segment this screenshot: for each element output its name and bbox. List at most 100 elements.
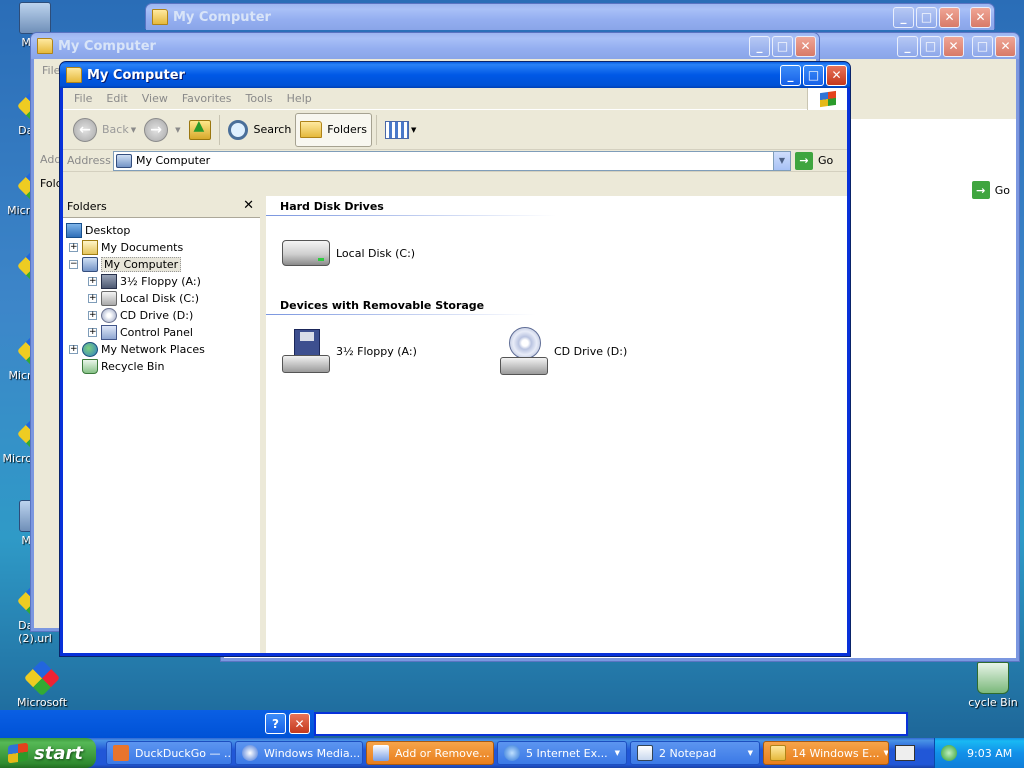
start-button[interactable]: start [0, 738, 96, 768]
local-disk-icon [101, 291, 117, 306]
network-places-icon [82, 342, 98, 357]
dropdown-arrow-icon: ▼ [883, 749, 889, 757]
task-notepad-group[interactable]: 2 Notepad ▼ [630, 741, 760, 765]
maximize-button[interactable]: □ [972, 35, 993, 57]
toolbar: ← Back ▼ → ▼ Search Folders [63, 110, 847, 150]
desktop-icon-recycle-bin[interactable]: cycle Bin [958, 662, 1024, 709]
address-bar: Address My Computer ▼ → Go [63, 150, 847, 172]
up-button[interactable] [185, 113, 215, 147]
group-divider [266, 314, 536, 315]
expand-icon[interactable]: + [88, 311, 97, 320]
close-button[interactable]: ✕ [826, 64, 847, 86]
minimize-button[interactable]: _ [780, 64, 801, 86]
folders-button[interactable]: Folders [295, 112, 373, 147]
minimize-button[interactable]: _ [749, 35, 770, 57]
tree-item-floppy[interactable]: + 3½ Floppy (A:) [66, 273, 260, 290]
clock[interactable]: 9:03 AM [967, 747, 1012, 760]
ie-icon [504, 745, 520, 761]
titlebar[interactable]: My Computer _ □ ✕ [60, 62, 850, 88]
folder-icon [66, 67, 82, 83]
maximize-button[interactable]: □ [803, 64, 824, 86]
close-button[interactable]: ✕ [289, 713, 310, 734]
task-duckduckgo[interactable]: DuckDuckGo — ... [106, 741, 232, 765]
my-computer-icon [116, 153, 132, 168]
menu-view[interactable]: View [135, 90, 175, 107]
close-button[interactable]: ✕ [995, 35, 1016, 57]
task-internet-explorer-group[interactable]: 5 Internet Ex... ▼ [497, 741, 627, 765]
expand-icon[interactable]: + [88, 328, 97, 337]
maximize-button[interactable]: □ [920, 35, 941, 57]
browser-icon [113, 745, 129, 761]
back-button[interactable]: ← Back ▼ [69, 113, 140, 147]
expand-icon[interactable]: + [88, 294, 97, 303]
drive-cd-d[interactable]: CD Drive (D:) [500, 327, 627, 375]
views-button[interactable]: ▼ [381, 113, 420, 147]
menu-file[interactable]: File [67, 90, 99, 107]
expand-icon[interactable]: + [88, 277, 97, 286]
computer-icon [19, 2, 51, 34]
folders-pane: Folders ✕ Desktop + My Documents − My Co… [63, 196, 263, 653]
dropdown-arrow-icon[interactable]: ▼ [175, 126, 180, 134]
maximize-button[interactable]: □ [916, 6, 937, 28]
tree-item-my-computer[interactable]: − My Computer [66, 256, 260, 273]
menu-favorites[interactable]: Favorites [175, 90, 239, 107]
help-dialog-strip[interactable]: ? ✕ [0, 710, 314, 738]
background-window-bottom [314, 712, 908, 736]
drive-floppy-a[interactable]: 3½ Floppy (A:) [282, 329, 417, 373]
system-tray: 9:03 AM [934, 738, 1024, 768]
address-field[interactable]: My Computer ▼ [113, 150, 791, 171]
tree-item-cd-drive[interactable]: + CD Drive (D:) [66, 307, 260, 324]
toolbar-separator [376, 114, 378, 145]
content-pane: Hard Disk Drives Local Disk (C:) Devices… [266, 196, 847, 653]
address-dropdown-button[interactable]: ▼ [773, 151, 790, 170]
drive-local-disk-c[interactable]: Local Disk (C:) [282, 240, 415, 266]
menu-tools[interactable]: Tools [239, 90, 280, 107]
network-tray-icon[interactable] [941, 745, 957, 761]
tree-item-network-places[interactable]: + My Network Places [66, 341, 260, 358]
task-windows-explorer-group[interactable]: 14 Windows E... ▼ [763, 741, 889, 765]
tree-item-control-panel[interactable]: + Control Panel [66, 324, 260, 341]
my-documents-icon [82, 240, 98, 255]
windows-logo-icon [8, 742, 28, 764]
my-computer-window[interactable]: My Computer _ □ ✕ File Edit View Favorit… [59, 61, 851, 657]
help-button[interactable]: ? [265, 713, 286, 734]
folder-icon [152, 9, 168, 25]
expand-icon[interactable]: + [69, 243, 78, 252]
close-button[interactable]: ✕ [795, 35, 816, 57]
close-button[interactable]: ✕ [943, 35, 964, 57]
task-add-or-remove[interactable]: Add or Remove... [366, 741, 494, 765]
maximize-button[interactable]: □ [772, 35, 793, 57]
go-button[interactable]: → Go [795, 151, 843, 170]
forward-button[interactable]: → ▼ [140, 113, 184, 147]
group-header-hard-disk-drives: Hard Disk Drives [280, 200, 384, 213]
go-arrow-icon[interactable]: → [971, 181, 990, 199]
titlebar[interactable]: My Computer _ □ ✕ [31, 33, 819, 59]
titlebar[interactable]: My Computer _ □ ✕ ✕ [146, 4, 994, 30]
search-button[interactable]: Search [224, 113, 296, 147]
expand-icon[interactable]: + [69, 345, 78, 354]
close-button[interactable]: ✕ [970, 6, 991, 28]
tree-item-local-disk[interactable]: + Local Disk (C:) [66, 290, 260, 307]
close-button[interactable]: ✕ [939, 6, 960, 28]
folder-icon [300, 121, 323, 138]
views-icon [385, 120, 410, 139]
tree-item-my-documents[interactable]: + My Documents [66, 239, 260, 256]
minimize-button[interactable]: _ [893, 6, 914, 28]
forward-arrow-icon: → [144, 117, 169, 142]
search-icon [227, 119, 248, 140]
tree-item-recycle-bin[interactable]: Recycle Bin [66, 358, 260, 375]
background-window-1[interactable]: My Computer _ □ ✕ ✕ [145, 3, 995, 30]
menu-edit[interactable]: Edit [99, 90, 134, 107]
close-pane-icon[interactable]: ✕ [243, 198, 254, 213]
add-remove-icon [373, 745, 389, 761]
folder-icon [37, 38, 53, 54]
minimize-button[interactable]: _ [897, 35, 918, 57]
tree-item-desktop[interactable]: Desktop [66, 222, 260, 239]
collapse-icon[interactable]: − [69, 260, 78, 269]
dropdown-arrow-icon[interactable]: ▼ [131, 126, 136, 134]
toolbar-separator [218, 114, 220, 145]
dropdown-arrow-icon: ▼ [747, 749, 753, 757]
task-windows-media[interactable]: Windows Media... [235, 741, 363, 765]
menu-help[interactable]: Help [280, 90, 319, 107]
keyboard-icon[interactable] [895, 745, 915, 761]
